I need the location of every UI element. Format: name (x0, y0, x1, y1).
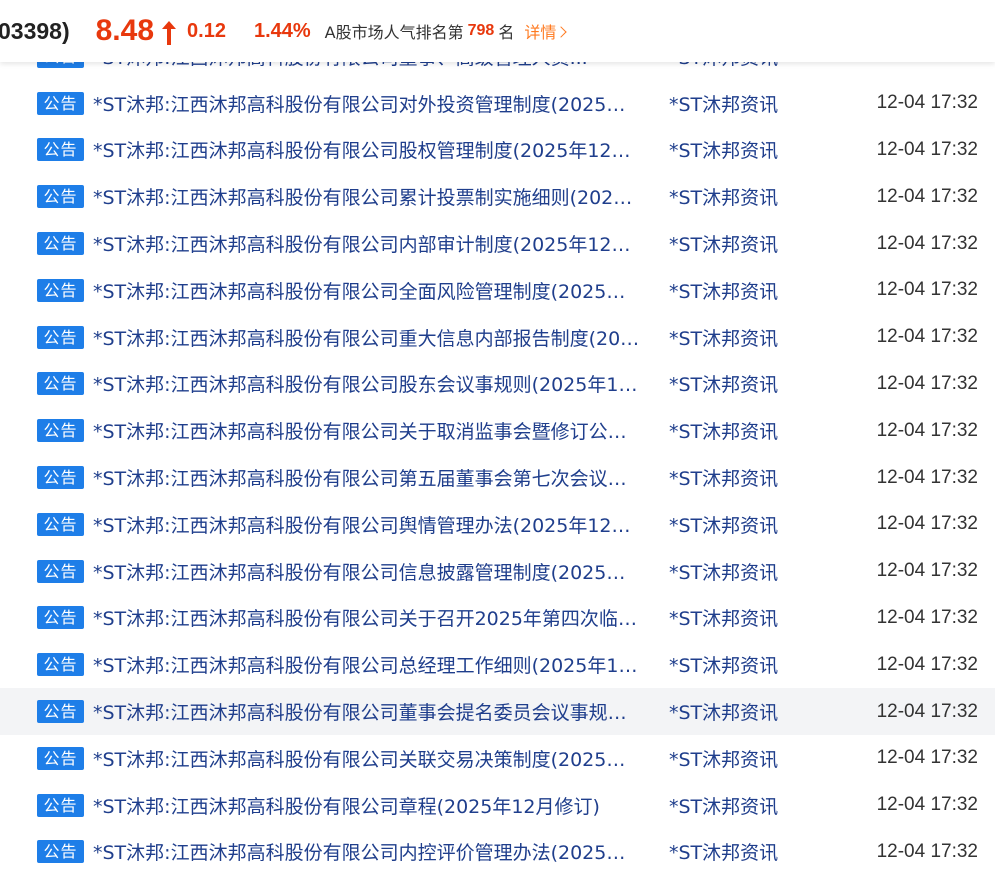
announcement-source-link[interactable]: *ST沐邦资讯 (669, 230, 778, 257)
announcement-title-link[interactable]: *ST沐邦:江西沐邦高科股份有限公司全面风险管理制度(2025年12月修订) (93, 277, 644, 304)
announcement-time: 12-04 17:32 (876, 419, 978, 441)
announcement-badge: 公告 (37, 746, 84, 770)
announcement-badge: 公告 (37, 419, 84, 443)
announcement-source-link[interactable]: *ST沐邦资讯 (669, 511, 778, 538)
announcement-badge: 公告 (37, 91, 84, 115)
announcement-badge: 公告 (37, 793, 84, 817)
announcement-title-link[interactable]: *ST沐邦:江西沐邦高科股份有限公司股权管理制度(2025年12月修订) (93, 136, 644, 163)
announcement-source-link[interactable]: *ST沐邦资讯 (669, 604, 778, 631)
list-item[interactable]: 公告 *ST沐邦:江西沐邦高科股份有限公司内控评价管理办法(2025年12月修订)… (0, 829, 995, 873)
announcement-title-link[interactable]: *ST沐邦:江西沐邦高科股份有限公司内控评价管理办法(2025年12月修订) (93, 838, 644, 865)
announcement-badge: 公告 (37, 278, 84, 302)
announcement-source-link[interactable]: *ST沐邦资讯 (669, 324, 778, 351)
detail-link-label: 详情 (524, 23, 557, 42)
announcement-source-link[interactable]: *ST沐邦资讯 (669, 792, 778, 819)
announcement-time: 12-04 17:32 (876, 185, 978, 207)
list-item[interactable]: 公告 *ST沐邦:江西沐邦高科股份有限公司第五届董事会第七次会议决议公告 *ST沐邦… (0, 454, 995, 501)
list-item[interactable]: 公告 *ST沐邦:江西沐邦高科股份有限公司内部审计制度(2025年12月修订) *S… (0, 220, 995, 267)
announcement-title-link[interactable]: *ST沐邦:江西沐邦高科股份有限公司对外投资管理制度(2025年12月修订) (93, 90, 644, 117)
list-item[interactable]: 公告 *ST沐邦:江西沐邦高科股份有限公司董事会提名委员会议事规则(2025年12… (0, 688, 995, 735)
stock-change-pct: 1.44% (253, 19, 311, 42)
announcement-badge: 公告 (37, 559, 84, 583)
announcement-source-link[interactable]: *ST沐邦资讯 (669, 136, 778, 163)
list-item[interactable]: 公告 *ST沐邦:江西沐邦高科股份有限公司累计投票制实施细则(2025年12月修订… (0, 173, 995, 220)
announcement-source-link[interactable]: *ST沐邦资讯 (669, 558, 778, 585)
announcement-badge: 公告 (37, 606, 84, 630)
announcement-badge: 公告 (37, 325, 84, 349)
announcement-title-link[interactable]: *ST沐邦:江西沐邦高科股份有限公司第五届董事会第七次会议决议公告 (93, 464, 644, 491)
list-item[interactable]: 公告 *ST沐邦:江西沐邦高科股份有限公司关于召开2025年第四次临时股东会的通知… (0, 595, 995, 642)
announcement-time: 12-04 17:32 (876, 513, 978, 535)
announcement-title-link[interactable]: *ST沐邦:江西沐邦高科股份有限公司关联交易决策制度(2025年12月修订) (93, 745, 644, 772)
list-item[interactable]: 公告 *ST沐邦:江西沐邦高科股份有限公司舆情管理办法(2025年12月修订) *S… (0, 501, 995, 548)
announcement-badge: 公告 (37, 466, 84, 490)
announcement-title-link[interactable]: *ST沐邦:江西沐邦高科股份有限公司董事会提名委员会议事规则(2025年12月修… (93, 698, 644, 725)
page: 03398) 8.48 0.12 1.44% A股市场人气排名第 798 名 详… (0, 0, 995, 873)
list-item[interactable]: 公告 *ST沐邦:江西沐邦高科股份有限公司重大信息内部报告制度(2025年12月修… (0, 314, 995, 361)
list-item[interactable]: 公告 *ST沐邦:江西沐邦高科股份有限公司全面风险管理制度(2025年12月修订)… (0, 267, 995, 314)
stock-code: 03398) (0, 17, 70, 44)
detail-link[interactable]: 详情 (524, 19, 568, 43)
announcement-time: 12-04 17:32 (876, 606, 978, 628)
announcement-source-link[interactable]: *ST沐邦资讯 (669, 90, 778, 117)
list-item[interactable]: 公告 *ST沐邦:江西沐邦高科股份有限公司关联交易决策制度(2025年12月修订)… (0, 735, 995, 782)
announcement-time: 12-04 17:32 (876, 279, 978, 301)
popularity-rank-prefix: A股市场人气排名第 (324, 23, 464, 42)
stock-header: 03398) 8.48 0.12 1.44% A股市场人气排名第 798 名 详… (0, 0, 995, 62)
announcement-time: 12-04 17:32 (876, 466, 978, 488)
announcement-title-link[interactable]: *ST沐邦:江西沐邦高科股份有限公司舆情管理办法(2025年12月修订) (93, 511, 644, 538)
announcement-title-link[interactable]: *ST沐邦:江西沐邦高科股份有限公司总经理工作细则(2025年12月修订) (93, 651, 644, 678)
announcement-time: 12-04 17:32 (876, 326, 978, 348)
list-item[interactable]: 公告 *ST沐邦:江西沐邦高科股份有限公司关于取消监事会暨修订公司章程的公告 *ST… (0, 407, 995, 454)
announcement-time: 12-04 17:32 (876, 560, 978, 582)
stock-change: 0.12 (187, 19, 226, 42)
announcement-title-link[interactable]: *ST沐邦:江西沐邦高科股份有限公司信息披露管理制度(2025年12月修订) (93, 558, 644, 585)
announcement-time: 12-04 17:32 (876, 653, 978, 675)
announcement-badge: 公告 (37, 653, 84, 677)
announcement-source-link[interactable]: *ST沐邦资讯 (669, 277, 778, 304)
announcement-time: 12-04 17:32 (876, 92, 978, 114)
announcement-source-link[interactable]: *ST沐邦资讯 (669, 745, 778, 772)
announcement-title-link[interactable]: *ST沐邦:江西沐邦高科股份有限公司内部审计制度(2025年12月修订) (93, 230, 644, 257)
list-item[interactable]: 公告 *ST沐邦:江西沐邦高科股份有限公司股权管理制度(2025年12月修订) *S… (0, 127, 995, 174)
announcement-badge: 公告 (37, 185, 84, 209)
announcement-source-link[interactable]: *ST沐邦资讯 (669, 370, 778, 397)
announcement-source-link[interactable]: *ST沐邦资讯 (669, 838, 778, 865)
announcement-time: 12-04 17:32 (876, 747, 978, 769)
announcement-badge: 公告 (37, 840, 84, 864)
announcement-title-link[interactable]: *ST沐邦:江西沐邦高科股份有限公司重大信息内部报告制度(2025年12月修订) (93, 324, 644, 351)
announcement-title-link[interactable]: *ST沐邦:江西沐邦高科股份有限公司关于召开2025年第四次临时股东会的通知 (93, 604, 644, 631)
announcement-source-link[interactable]: *ST沐邦资讯 (669, 183, 778, 210)
announcement-badge: 公告 (37, 700, 84, 724)
announcement-time: 12-04 17:32 (876, 840, 978, 862)
popularity-rank-suffix: 名 (498, 23, 515, 42)
announcement-badge: 公告 (37, 512, 84, 536)
announcement-time: 12-04 17:32 (876, 138, 978, 160)
announcement-time: 12-04 17:32 (876, 232, 978, 254)
announcement-list: 公告*ST沐邦:江西沐邦高科股份有限公司董事、高级管理人员...*ST沐邦资讯1… (0, 33, 995, 873)
announcement-title-link[interactable]: *ST沐邦:江西沐邦高科股份有限公司章程(2025年12月修订) (93, 792, 644, 819)
announcement-time: 12-04 17:32 (876, 700, 978, 722)
announcement-source-link[interactable]: *ST沐邦资讯 (669, 651, 778, 678)
list-item[interactable]: 公告 *ST沐邦:江西沐邦高科股份有限公司股东会议事规则(2025年12月修订) *… (0, 361, 995, 408)
announcement-time: 12-04 17:32 (876, 372, 978, 394)
list-item[interactable]: 公告 *ST沐邦:江西沐邦高科股份有限公司章程(2025年12月修订) *ST沐邦资… (0, 782, 995, 829)
list-item[interactable]: 公告 *ST沐邦:江西沐邦高科股份有限公司信息披露管理制度(2025年12月修订)… (0, 548, 995, 595)
announcement-source-link[interactable]: *ST沐邦资讯 (669, 698, 778, 725)
popularity-rank-value: 798 (467, 22, 495, 39)
arrow-up-icon (162, 21, 177, 45)
list-item[interactable]: 公告 *ST沐邦:江西沐邦高科股份有限公司对外投资管理制度(2025年12月修订)… (0, 80, 995, 127)
announcement-title-link[interactable]: *ST沐邦:江西沐邦高科股份有限公司累计投票制实施细则(2025年12月修订) (93, 183, 644, 210)
list-item[interactable]: 公告 *ST沐邦:江西沐邦高科股份有限公司总经理工作细则(2025年12月修订) *… (0, 641, 995, 688)
announcement-source-link[interactable]: *ST沐邦资讯 (669, 417, 778, 444)
announcement-badge: 公告 (37, 138, 84, 162)
announcement-title-link[interactable]: *ST沐邦:江西沐邦高科股份有限公司关于取消监事会暨修订公司章程的公告 (93, 417, 644, 444)
stock-price: 8.48 (95, 14, 155, 47)
announcement-source-link[interactable]: *ST沐邦资讯 (669, 464, 778, 491)
chevron-right-icon (555, 26, 568, 38)
announcement-title-link[interactable]: *ST沐邦:江西沐邦高科股份有限公司股东会议事规则(2025年12月修订) (93, 370, 644, 397)
announcement-badge: 公告 (37, 372, 84, 396)
announcement-badge: 公告 (37, 232, 84, 256)
announcement-time: 12-04 17:32 (876, 794, 978, 816)
